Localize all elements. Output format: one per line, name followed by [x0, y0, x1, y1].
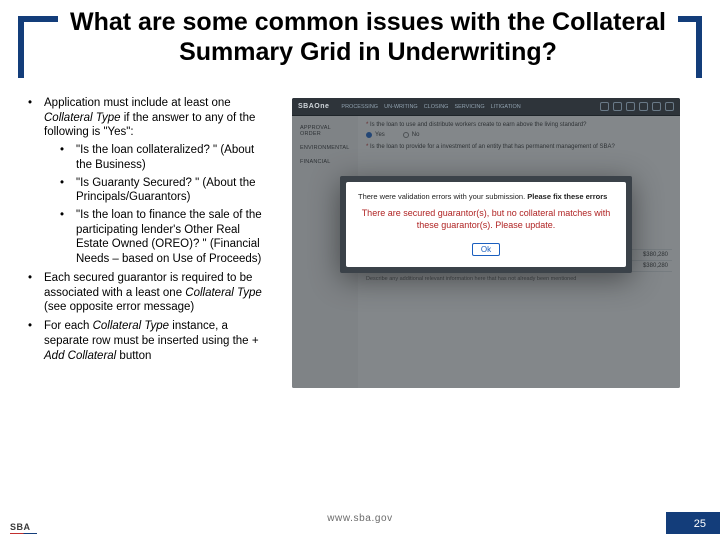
text: Application must include at least one — [44, 97, 231, 109]
text: button — [116, 350, 151, 362]
bullet-1: Application must include at least one Co… — [26, 96, 272, 267]
error-message: There are secured guarantor(s), but no c… — [358, 207, 614, 231]
nav-tab[interactable]: UN-WRITING — [384, 104, 418, 110]
nav-tab[interactable]: PROCESSING — [341, 104, 378, 110]
error-heading: There were validation errors with your s… — [358, 192, 614, 201]
grid-icon[interactable] — [652, 102, 661, 111]
italic-term: Collateral Type — [44, 112, 121, 124]
logo-underline — [10, 533, 37, 535]
topbar-icons — [600, 102, 674, 111]
nav-tab[interactable]: SERVICING — [454, 104, 484, 110]
user-icon[interactable] — [626, 102, 635, 111]
title-border — [18, 16, 24, 78]
sub-bullet-3: "Is the loan to finance the sale of the … — [44, 208, 272, 267]
help-icon[interactable] — [639, 102, 648, 111]
text: (see opposite error message) — [44, 301, 194, 313]
sub-bullet-2: "Is Guaranty Secured? " (About the Princ… — [44, 176, 272, 205]
page-title: What are some common issues with the Col… — [58, 6, 678, 71]
nav-tab[interactable]: LITIGATION — [491, 104, 521, 110]
sub-bullet-1: "Is the loan collateralized? " (About th… — [44, 143, 272, 172]
footer-url: www.sba.gov — [0, 513, 720, 524]
title-frame: What are some common issues with the Col… — [18, 6, 702, 78]
italic-term: Collateral Type — [93, 320, 170, 332]
bullet-3: For each Collateral Type instance, a sep… — [26, 319, 272, 363]
nav-tabs: PROCESSING UN-WRITING CLOSING SERVICING … — [341, 104, 520, 110]
brand-logo: SBAOne — [298, 103, 329, 110]
app-screenshot: SBAOne PROCESSING UN-WRITING CLOSING SER… — [292, 98, 680, 388]
notification-icon[interactable] — [613, 102, 622, 111]
title-border — [696, 16, 702, 78]
sba-logo: SBA — [10, 522, 37, 535]
text: For each — [44, 320, 93, 332]
bullet-content: Application must include at least one Co… — [26, 96, 272, 367]
ok-button[interactable]: Ok — [472, 243, 500, 256]
nav-tab[interactable]: CLOSING — [424, 104, 449, 110]
chat-icon[interactable] — [665, 102, 674, 111]
italic-term: Collateral Type — [185, 287, 262, 299]
bullet-2: Each secured guarantor is required to be… — [26, 271, 272, 315]
page-number: 25 — [694, 518, 706, 530]
search-icon[interactable] — [600, 102, 609, 111]
topbar: SBAOne PROCESSING UN-WRITING CLOSING SER… — [292, 98, 680, 116]
error-modal: There were validation errors with your s… — [340, 176, 632, 273]
app-body: APPROVAL ORDER ENVIRONMENTAL FINANCIAL *… — [292, 116, 680, 388]
